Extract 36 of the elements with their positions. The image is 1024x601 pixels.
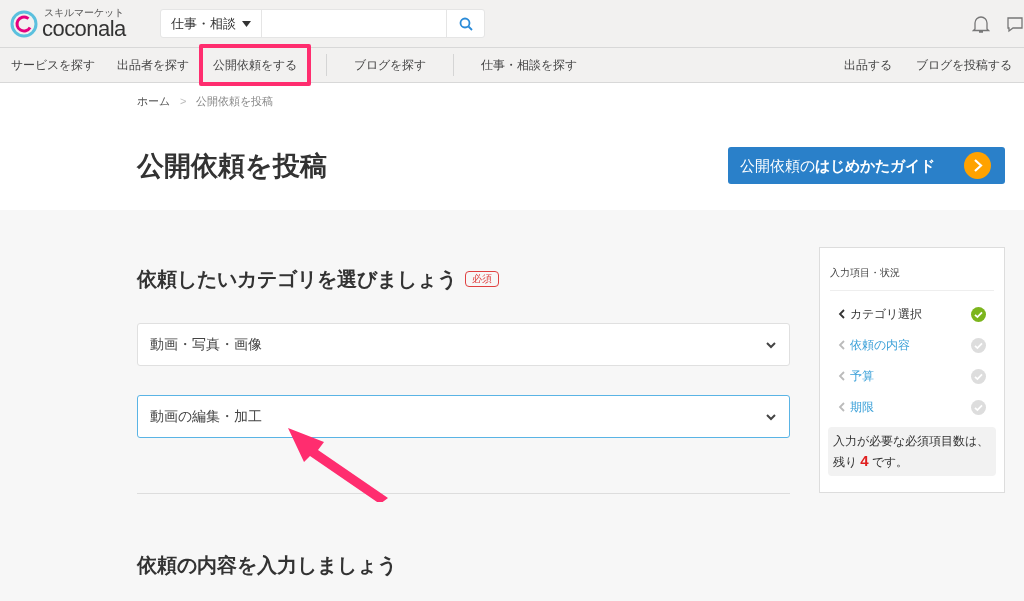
- chevron-right-icon: [964, 152, 991, 180]
- chevron-left-icon: [838, 371, 845, 381]
- nav-link[interactable]: 出品する: [832, 56, 904, 74]
- nav-link[interactable]: 公開依頼をする: [199, 44, 311, 86]
- nav-link[interactable]: 仕事・相談を探す: [470, 48, 588, 82]
- panel-title: 入力項目・状況: [830, 248, 994, 291]
- category-select[interactable]: 動画の編集・加工: [137, 395, 790, 438]
- nav-link[interactable]: ブログを探す: [343, 48, 437, 82]
- bell-icon[interactable]: [972, 13, 990, 34]
- section-heading: 依頼したいカテゴリを選びましょう: [137, 267, 457, 292]
- status-link[interactable]: カテゴリ選択: [838, 305, 922, 323]
- section-heading: 依頼の内容を入力しましょう: [137, 553, 398, 578]
- breadcrumb-link[interactable]: ホーム: [137, 93, 170, 110]
- guide-button[interactable]: 公開依頼のはじめかたガイド: [728, 147, 1005, 185]
- remaining-notice: 入力が必要な必須項目数は、 残り 4 です。: [828, 427, 996, 476]
- category-select[interactable]: 動画・写真・画像: [137, 323, 790, 366]
- chevron-down-icon: [765, 412, 777, 421]
- required-badge: 必須: [465, 271, 499, 287]
- select-value: 動画の編集・加工: [150, 407, 262, 426]
- chevron-left-icon: [838, 309, 845, 319]
- breadcrumb-separator: >: [180, 94, 187, 109]
- select-value: 動画・写真・画像: [150, 335, 262, 354]
- category-dropdown[interactable]: 仕事・相談: [161, 10, 262, 37]
- logo-text: coconala: [42, 17, 126, 40]
- logo-icon: [10, 9, 38, 38]
- breadcrumb-current-page: 公開依頼を投稿: [196, 94, 274, 109]
- page-title: 公開依頼を投稿: [137, 149, 327, 183]
- chevron-down-icon: [765, 340, 777, 349]
- search-icon: [458, 16, 473, 31]
- nav-link[interactable]: 出品者を探す: [106, 48, 200, 82]
- chevron-left-icon: [838, 340, 845, 350]
- chevron-left-icon: [838, 402, 845, 412]
- nav-link[interactable]: サービスを探す: [0, 48, 106, 82]
- logo-tagline: スキルマーケット: [44, 7, 125, 18]
- caret-icon: [242, 20, 251, 27]
- nav-link[interactable]: ブログを投稿する: [904, 56, 1024, 74]
